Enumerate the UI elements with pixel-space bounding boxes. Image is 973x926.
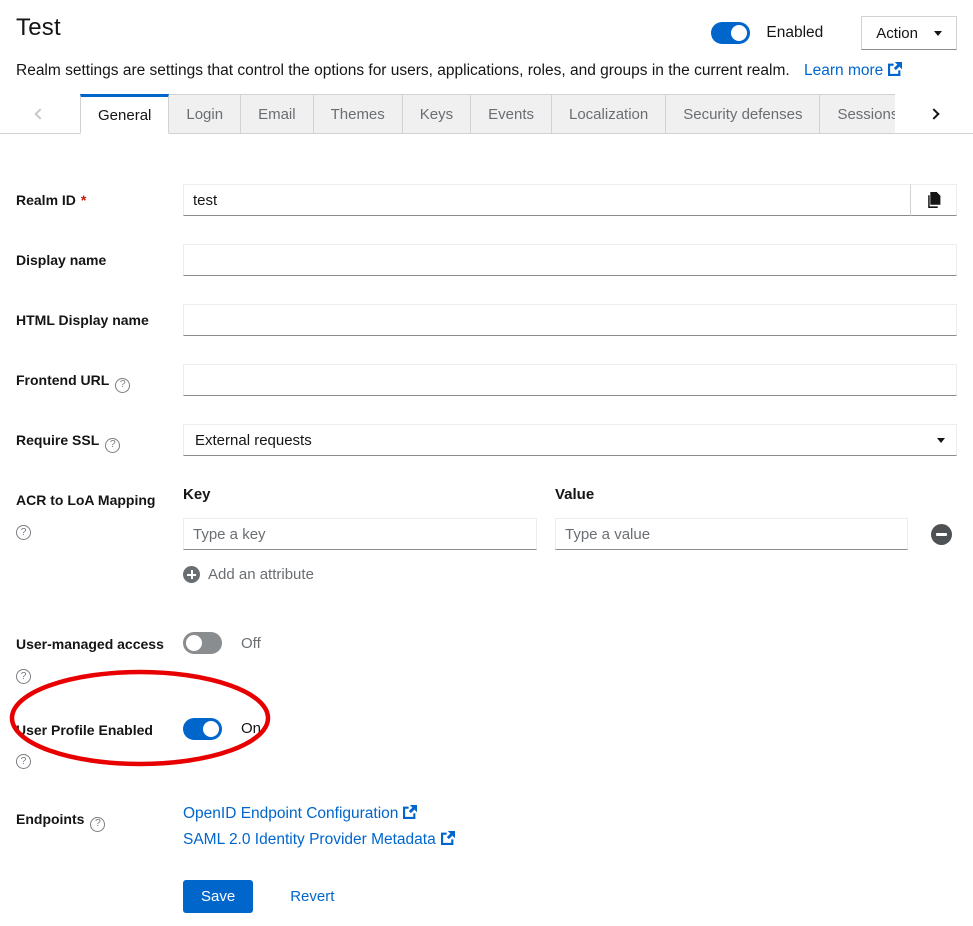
key-column-header: Key <box>183 484 537 503</box>
add-attribute-button[interactable]: Add an attribute <box>183 566 314 583</box>
form-row-frontend-url: Frontend URL <box>16 364 957 396</box>
toggle-knob <box>731 25 747 41</box>
help-icon[interactable] <box>90 817 105 832</box>
action-dropdown-label: Action <box>876 25 918 42</box>
require-ssl-selected-value: External requests <box>195 432 312 449</box>
tab-email[interactable]: Email <box>241 94 314 134</box>
realm-description: Realm settings are settings that control… <box>16 62 790 79</box>
realm-enabled-label: Enabled <box>766 24 823 42</box>
external-link-icon <box>888 62 902 76</box>
acr-key-input[interactable] <box>183 518 537 550</box>
revert-link[interactable]: Revert <box>290 888 334 905</box>
tab-login[interactable]: Login <box>169 94 241 134</box>
header-controls: Enabled Action <box>711 16 957 50</box>
chevron-left-icon <box>34 108 45 119</box>
tab-general[interactable]: General <box>80 94 169 134</box>
action-dropdown[interactable]: Action <box>861 16 957 50</box>
form-row-user-managed-access: User-managed access Off <box>16 616 957 684</box>
tab-security-defenses[interactable]: Security defenses <box>666 94 820 134</box>
form-row-realm-id: Realm ID <box>16 184 957 216</box>
user-managed-access-toggle[interactable] <box>183 632 222 654</box>
copy-icon <box>926 192 941 209</box>
tab-bar-end <box>895 94 973 134</box>
tab-keys[interactable]: Keys <box>403 94 471 134</box>
user-profile-enabled-state: On <box>241 720 261 737</box>
tabs-list: GeneralLoginEmailThemesKeysEventsLocaliz… <box>80 94 895 134</box>
external-link-icon <box>441 831 455 845</box>
help-icon[interactable] <box>105 438 120 453</box>
chevron-right-icon <box>928 109 939 120</box>
tab-sessions[interactable]: Sessions <box>820 94 895 134</box>
tab-themes[interactable]: Themes <box>314 94 403 134</box>
page-header: Test Enabled Action Realm settings are s… <box>0 0 973 82</box>
realm-enabled-toggle[interactable] <box>711 22 750 44</box>
form-row-require-ssl: Require SSL External requests <box>16 424 957 456</box>
plus-circle-icon <box>183 566 200 583</box>
realm-id-input[interactable] <box>183 184 910 216</box>
help-icon[interactable] <box>16 754 31 769</box>
save-button[interactable]: Save <box>183 880 253 913</box>
form-row-display-name: Display name <box>16 244 957 276</box>
remove-attribute-button[interactable] <box>926 524 957 545</box>
user-profile-enabled-label: User Profile Enabled <box>16 722 153 738</box>
user-profile-enabled-toggle[interactable] <box>183 718 222 740</box>
copy-button[interactable] <box>910 184 957 216</box>
add-attribute-label: Add an attribute <box>208 566 314 583</box>
help-icon[interactable] <box>16 669 31 684</box>
endpoint-link[interactable]: SAML 2.0 Identity Provider Metadata <box>183 829 957 851</box>
general-tab-panel: Realm ID Display name H <box>0 134 973 913</box>
form-row-acr-to-loa: ACR to LoA Mapping Key Value Add an attr… <box>16 484 957 588</box>
endpoint-link[interactable]: OpenID Endpoint Configuration <box>183 803 957 825</box>
tabs-scroll-left-button[interactable] <box>0 94 80 134</box>
learn-more-link[interactable]: Learn more <box>804 62 902 79</box>
acr-value-input[interactable] <box>555 518 908 550</box>
help-icon[interactable] <box>16 525 31 540</box>
tab-bar: GeneralLoginEmailThemesKeysEventsLocaliz… <box>0 94 973 134</box>
realm-settings-page: Test Enabled Action Realm settings are s… <box>0 0 973 926</box>
acr-to-loa-label: ACR to LoA Mapping <box>16 492 155 508</box>
frontend-url-input[interactable] <box>183 364 957 396</box>
value-column-header: Value <box>555 484 908 503</box>
display-name-label: Display name <box>16 252 106 268</box>
form-row-user-profile-enabled: User Profile Enabled On <box>16 712 957 770</box>
form-actions: Save Revert <box>183 880 957 913</box>
user-managed-access-label: User-managed access <box>16 636 164 652</box>
endpoints-label: Endpoints <box>16 811 84 827</box>
external-link-icon <box>403 805 417 819</box>
toggle-knob <box>186 635 202 651</box>
help-icon[interactable] <box>115 378 130 393</box>
html-display-name-input[interactable] <box>183 304 957 336</box>
require-ssl-label: Require SSL <box>16 432 99 448</box>
html-display-name-label: HTML Display name <box>16 312 149 328</box>
tabs-scroll-right-button[interactable] <box>922 98 946 129</box>
frontend-url-label: Frontend URL <box>16 372 109 388</box>
caret-down-icon <box>937 438 945 443</box>
display-name-input[interactable] <box>183 244 957 276</box>
toggle-knob <box>203 721 219 737</box>
tab-localization[interactable]: Localization <box>552 94 666 134</box>
caret-down-icon <box>934 31 942 36</box>
tab-events[interactable]: Events <box>471 94 552 134</box>
form-row-html-display-name: HTML Display name <box>16 304 957 336</box>
minus-circle-icon <box>931 524 952 545</box>
page-title: Test <box>16 14 61 42</box>
realm-id-label: Realm ID <box>16 192 86 208</box>
require-ssl-select[interactable]: External requests <box>183 424 957 456</box>
user-managed-access-state: Off <box>241 635 261 652</box>
form-row-endpoints: Endpoints OpenID Endpoint Configuration S… <box>16 797 957 851</box>
